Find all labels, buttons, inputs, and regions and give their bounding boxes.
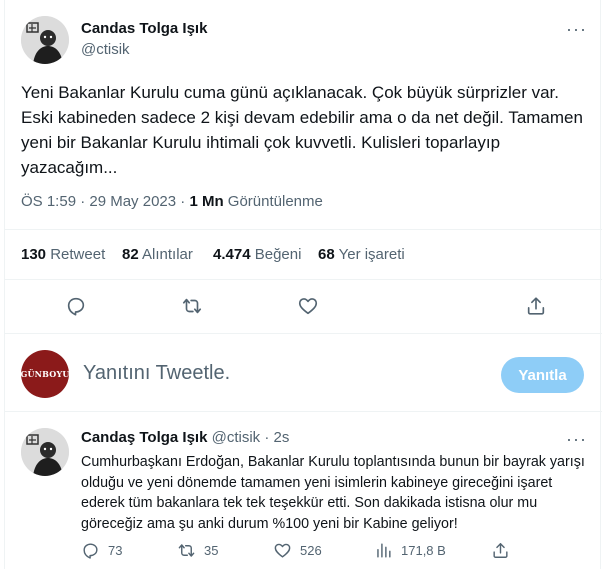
share-action[interactable] — [491, 541, 510, 560]
reply-action[interactable]: 73 — [81, 541, 122, 560]
bookmarks-stat[interactable]: 68 Yer işareti — [318, 246, 405, 263]
like-count: 526 — [300, 543, 322, 558]
views-icon — [377, 543, 391, 558]
reply-icon[interactable] — [59, 292, 93, 320]
tweet-meta: ÖS 1:59 · 29 May 2023 · 1 Mn Görüntülenm… — [21, 193, 323, 210]
tweet-thread: Candas Tolga Işık @ctisik ··· Yeni Bakan… — [4, 0, 602, 569]
share-icon — [493, 543, 508, 558]
views-label: Görüntülenme — [227, 193, 323, 210]
views-count: 1 Mn — [189, 193, 224, 210]
reply-input[interactable]: Yanıtını Tweetle. — [83, 362, 230, 385]
like-icon[interactable] — [291, 292, 325, 320]
tweet-time[interactable]: ÖS 1:59 · 29 May 2023 · — [21, 193, 185, 210]
more-icon[interactable]: ··· — [566, 20, 587, 38]
retweet-action[interactable]: 35 — [177, 541, 218, 560]
reply-text: Cumhurbaşkanı Erdoğan, Bakanlar Kurulu t… — [81, 454, 585, 532]
composer-avatar[interactable]: GÜNBOYU — [21, 350, 69, 398]
like-action[interactable]: 526 — [273, 541, 322, 560]
views-action[interactable]: 171,8 B — [374, 541, 446, 560]
divider — [5, 229, 602, 230]
retweet-icon — [178, 544, 195, 557]
reply-header: Candaş Tolga Işık @ctisik · 2s — [81, 429, 289, 446]
divider — [5, 411, 602, 412]
likes-stat[interactable]: 4.474 Beğeni — [213, 246, 301, 263]
divider — [5, 333, 602, 334]
reply-author-handle[interactable]: @ctisik — [212, 429, 261, 446]
author-handle[interactable]: @ctisik — [81, 41, 130, 58]
reply-separator: · — [264, 429, 270, 446]
like-icon — [274, 543, 291, 558]
reply-icon — [83, 543, 98, 559]
reply-time[interactable]: 2s — [274, 429, 290, 446]
reply-count: 73 — [108, 543, 123, 558]
share-icon[interactable] — [519, 292, 553, 320]
quotes-stat[interactable]: 82 Alıntılar — [122, 246, 193, 263]
views-count-reply: 171,8 B — [401, 543, 446, 558]
reply-button[interactable]: Yanıtla — [501, 357, 584, 393]
author-name[interactable]: Candas Tolga Işık — [81, 20, 207, 37]
tweet-text: Yeni Bakanlar Kurulu cuma günü açıklanac… — [21, 83, 583, 177]
author-avatar[interactable] — [21, 16, 69, 64]
reply-author-avatar[interactable] — [21, 428, 69, 476]
retweet-count: 35 — [204, 543, 219, 558]
retweets-stat[interactable]: 130 Retweet — [21, 246, 105, 263]
avatar-logo-text: GÜNBOYU — [21, 369, 69, 379]
reply-author-name[interactable]: Candaş Tolga Işık — [81, 429, 207, 446]
retweet-icon[interactable] — [175, 292, 209, 320]
divider — [5, 279, 602, 280]
more-icon[interactable]: ··· — [566, 430, 587, 448]
